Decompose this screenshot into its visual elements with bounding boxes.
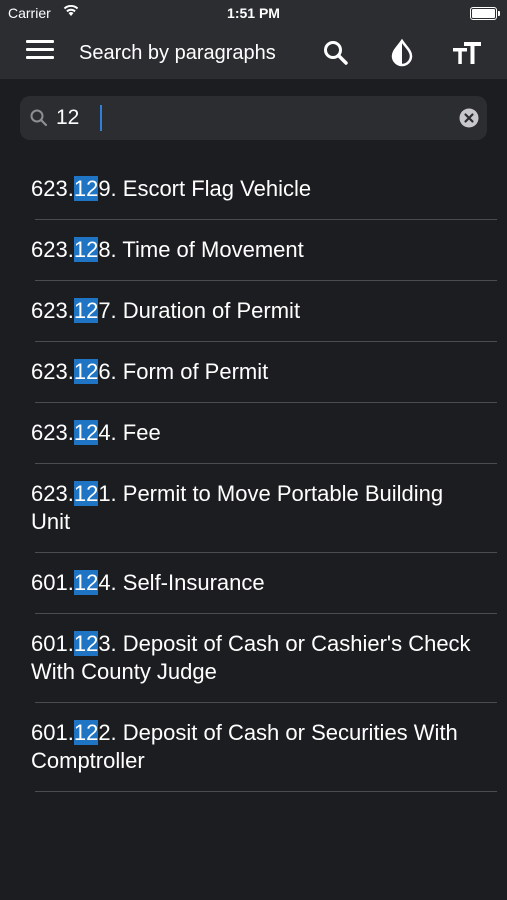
search-icon [30,109,48,127]
contrast-icon[interactable] [387,38,417,68]
menu-icon[interactable] [26,40,54,64]
match-highlight: 12 [73,481,99,506]
search-input[interactable] [56,102,436,134]
nav-bar: Search by paragraphs [0,27,507,79]
divider [35,791,497,792]
text-size-icon[interactable] [452,38,482,68]
match-highlight: 12 [73,720,99,745]
list-item[interactable]: 601.123. Deposit of Cash or Cashier's Ch… [0,614,507,703]
match-highlight: 12 [73,631,99,656]
list-item[interactable]: 601.122. Deposit of Cash or Securities W… [0,703,507,792]
list-item[interactable]: 601.124. Self-Insurance [0,553,507,614]
match-highlight: 12 [73,420,99,445]
search-icon[interactable] [321,38,351,68]
clear-icon[interactable] [459,108,479,128]
list-item[interactable]: 623.128. Time of Movement [0,220,507,281]
status-bar: Carrier 1:51 PM [0,0,507,27]
match-highlight: 12 [73,359,99,384]
list-item[interactable]: 623.121. Permit to Move Portable Buildin… [0,464,507,553]
results-list: 623.129. Escort Flag Vehicle 623.128. Ti… [0,159,507,900]
list-item[interactable]: 623.129. Escort Flag Vehicle [0,159,507,220]
battery-icon [470,7,500,20]
text-caret [100,105,102,131]
match-highlight: 12 [73,237,99,262]
match-highlight: 12 [73,570,99,595]
match-highlight: 12 [73,298,99,323]
match-highlight: 12 [73,176,99,201]
search-box [20,96,487,140]
list-item[interactable]: 623.127. Duration of Permit [0,281,507,342]
search-area [0,79,507,159]
status-time: 1:51 PM [227,5,280,21]
list-item[interactable]: 623.126. Form of Permit [0,342,507,403]
list-item[interactable]: 623.124. Fee [0,403,507,464]
page-title: Search by paragraphs [79,42,276,64]
